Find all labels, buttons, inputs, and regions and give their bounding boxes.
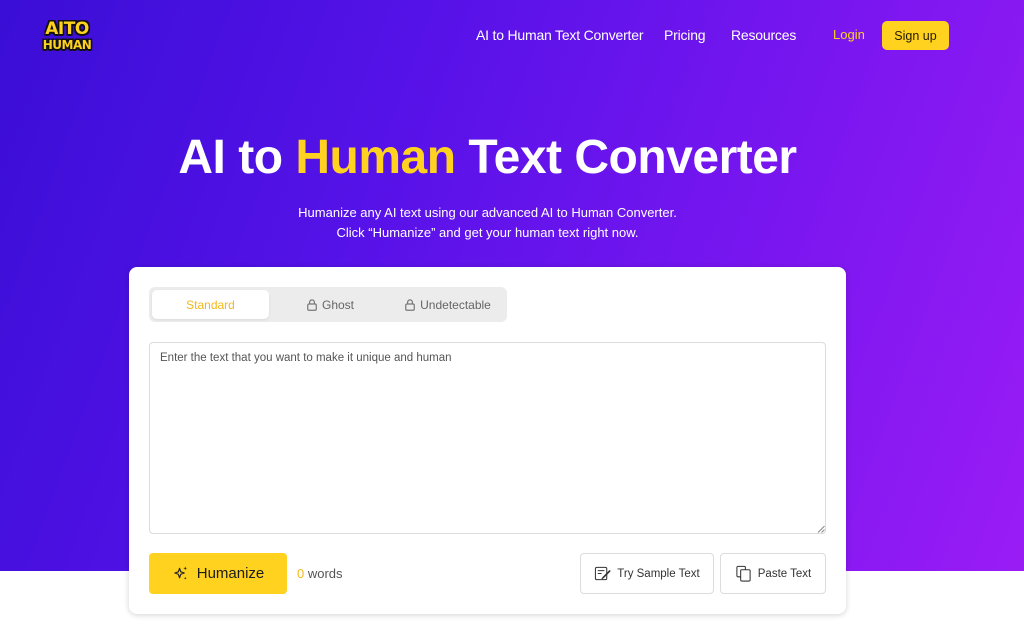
tab-standard[interactable]: Standard	[152, 290, 269, 319]
try-sample-label: Try Sample Text	[617, 567, 700, 580]
paste-text-label: Paste Text	[757, 567, 812, 580]
logo-line2: HUMAN	[42, 38, 92, 52]
lock-icon	[307, 298, 317, 311]
lock-icon	[405, 298, 415, 311]
mode-tabs: Standard Ghost Undetectable	[149, 287, 507, 322]
tab-ghost-label: Ghost	[321, 297, 354, 312]
signup-button[interactable]: Sign up	[882, 21, 949, 50]
logo-line1: AITO	[45, 19, 89, 39]
tab-undetectable[interactable]: Undetectable	[392, 290, 504, 319]
nav-link-converter[interactable]: AI to Human Text Converter	[476, 27, 643, 43]
title-prefix: AI to	[178, 131, 296, 184]
tab-ghost[interactable]: Ghost	[273, 290, 388, 319]
resize-grip-icon[interactable]	[817, 525, 825, 533]
subtitle-line2: Click “Humanize” and get your human text…	[336, 225, 639, 240]
humanize-button[interactable]: Humanize	[149, 553, 287, 594]
try-sample-button[interactable]: Try Sample Text	[580, 553, 714, 594]
subtitle-line1: Humanize any AI text using our advanced …	[298, 205, 677, 220]
converter-card: Standard Ghost Undetectable Humanize	[129, 267, 846, 614]
title-highlight: Human	[295, 131, 456, 184]
text-input[interactable]	[149, 342, 826, 534]
nav-link-pricing[interactable]: Pricing	[664, 27, 706, 43]
paste-text-button[interactable]: Paste Text	[720, 553, 826, 594]
word-count: 0 words	[297, 566, 343, 581]
sparkle-icon	[174, 566, 187, 580]
login-link[interactable]: Login	[833, 27, 865, 42]
page-title: AI to Human Text Converter	[0, 130, 975, 185]
word-count-label: words	[304, 566, 343, 581]
tab-standard-label: Standard	[186, 297, 235, 312]
tab-undetectable-label: Undetectable	[420, 297, 491, 312]
title-suffix: Text Converter	[455, 131, 797, 184]
nav-link-resources[interactable]: Resources	[731, 27, 796, 43]
paste-icon	[736, 565, 751, 582]
logo[interactable]: AITO HUMAN	[39, 18, 95, 54]
humanize-label: Humanize	[196, 565, 265, 582]
sample-text-icon	[595, 566, 611, 581]
